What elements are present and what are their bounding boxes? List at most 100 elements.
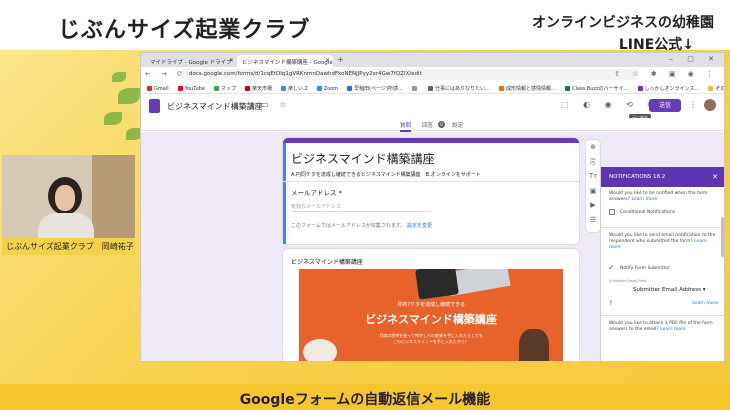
- banner-title: ビジネスマインド構築講座: [365, 313, 497, 326]
- add-video-icon[interactable]: ▶: [586, 198, 600, 213]
- bookmark-favicon-icon: [147, 86, 152, 91]
- bookmark-favicon-icon: [280, 86, 286, 91]
- forms-toolbar-icons[interactable]: ⬚ ◐ ◉ ⟲ ⟳: [561, 100, 660, 109]
- learn-more-link[interactable]: Learn more: [692, 301, 718, 306]
- close-tab-icon[interactable]: ×: [325, 57, 330, 64]
- send-button[interactable]: 送信: [649, 99, 681, 112]
- section-card[interactable]: ビジネスマインド構築講座 月商7ケタを達成し継続できる ビジネスマインド構築講座…: [283, 249, 579, 361]
- leaf-decoration: [118, 88, 140, 104]
- bookmark-label: 楽天市場: [251, 86, 272, 92]
- bookmark-item[interactable]: 仕事にはありなりたい…: [427, 85, 490, 92]
- bookmark-label: しっかしオンラインス…: [644, 86, 700, 92]
- bookmark-favicon-icon: [177, 86, 183, 91]
- add-title-icon[interactable]: Tт: [586, 169, 600, 184]
- bookmark-label: 早稲田(ページ)所感…: [354, 86, 403, 92]
- bookmark-favicon-icon: [708, 86, 714, 91]
- bookmark-favicon-icon: [499, 86, 504, 91]
- bookmark-item[interactable]: しっかしオンラインス…: [637, 85, 700, 92]
- bookmark-item[interactable]: マップ: [213, 85, 236, 92]
- new-tab-button[interactable]: +: [337, 55, 344, 64]
- bookmark-label: その他のブックマーク: [715, 86, 724, 92]
- add-question-icon[interactable]: ⊕: [586, 140, 600, 155]
- bookmark-item[interactable]: Zoom: [316, 86, 339, 92]
- add-image-icon[interactable]: ▣: [586, 184, 600, 199]
- checkmark-icon[interactable]: ✓: [608, 263, 615, 272]
- video-caption: Googleフォームの自動返信メール機能: [239, 392, 491, 408]
- scrollbar[interactable]: [721, 217, 724, 257]
- submitter-email-select[interactable]: Submitter Email Address ▾: [633, 287, 705, 293]
- form-title[interactable]: ビジネスマインド構築講座: [291, 150, 435, 167]
- banner-subtitle: 月商7ケタを達成し継続できる: [396, 302, 466, 308]
- bookmark-label: YouTube: [184, 86, 205, 92]
- learn-more-link[interactable]: Learn more: [631, 197, 657, 202]
- tab-label: マイドライブ - Google ドライブ: [150, 60, 232, 66]
- conditional-notifications-checkbox[interactable]: [609, 209, 615, 215]
- form-canvas: ビジネスマインド構築講座 A.円同ケタを達成し継続できるビジネスマインド構築講座…: [141, 132, 724, 361]
- bookmark-favicon-icon: [213, 86, 219, 91]
- more-icon[interactable]: ⋮: [689, 100, 697, 109]
- bookmark-item[interactable]: YouTube: [177, 86, 205, 92]
- tab-label: ビジネスマインド構築講座 - Google: [242, 60, 333, 66]
- bookmarks-bar: Gmail YouTube マップ 楽天市場 楽しい.2 Zoom 早稲田(ページ)所感… 仕…: [141, 82, 724, 94]
- email-collection-note: このフォームではメールアドレスが収集されます。 設定を変更: [291, 222, 432, 229]
- add-section-icon[interactable]: ☰: [586, 213, 600, 228]
- browser-window: マイドライブ - Google ドライブ × ビジネスマインド構築講座 - Go…: [140, 52, 725, 362]
- card-focus-strip: [283, 143, 286, 244]
- bookmark-item[interactable]: 早稲田(ページ)所感…: [347, 85, 403, 92]
- leaf-decoration: [112, 72, 126, 82]
- tab-responses[interactable]: 回答: [422, 121, 433, 129]
- pdf-attach-question: Would you like to attach a PDF file of t…: [609, 321, 717, 333]
- bookmark-favicon-icon: [347, 86, 353, 91]
- bookmark-item[interactable]: 楽天市場: [244, 85, 272, 92]
- tab-strip: マイドライブ - Google ドライブ × ビジネスマインド構築講座 - Go…: [141, 53, 724, 67]
- notifications-header: NOTIFICATIONS 18.2: [601, 167, 724, 187]
- notify-question-text: Would you like to be notified when the f…: [609, 191, 708, 202]
- respondent-email-question: Would you like to send email notificatio…: [609, 233, 717, 251]
- learn-more-link[interactable]: Learn more: [660, 327, 686, 332]
- folder-star-icons[interactable]: ▭ ☆: [261, 100, 290, 109]
- forms-document-title[interactable]: ビジネスマインド構築講座: [167, 101, 263, 112]
- form-header-card[interactable]: ビジネスマインド構築講座 A.円同ケタを達成し継続できるビジネスマインド構築講座…: [283, 138, 579, 244]
- bookmark-item[interactable]: Class Buzzのバーサイ…: [565, 85, 629, 92]
- submitter-field-label: Submitter Email Field: [609, 279, 647, 283]
- change-settings-link[interactable]: 設定を変更: [407, 223, 432, 229]
- bookmark-label: 仕事にはありなりたい…: [434, 86, 490, 92]
- bookmark-item[interactable]: Gmail: [147, 86, 169, 92]
- bookmark-item[interactable]: 成形情報と感情情報…: [499, 85, 556, 92]
- extension-icons[interactable]: ⇪ ☆ ✱ ▣ ◉ ⋮: [614, 70, 718, 78]
- bookmark-item[interactable]: その他のブックマーク: [708, 85, 724, 92]
- avatar[interactable]: [704, 99, 716, 111]
- promo-line-2: LINE公式↓: [618, 37, 694, 53]
- tab-google-form[interactable]: ビジネスマインド構築講座 - Google ×: [237, 55, 333, 67]
- email-note-text: このフォームではメールアドレスが収集されます。: [291, 223, 406, 229]
- window-controls[interactable]: ‒ ▢ ✕: [669, 55, 720, 63]
- bookmark-item[interactable]: 楽しい.2: [280, 85, 308, 92]
- section-title[interactable]: ビジネスマインド構築講座: [291, 257, 363, 266]
- question-toolbar: ⊕ ⎘ Tт ▣ ▶ ☰: [586, 140, 600, 232]
- help-icon[interactable]: ?: [609, 300, 612, 307]
- promo-line-1: オンラインビジネスの幼稚園: [532, 15, 714, 31]
- bookmark-item[interactable]: [411, 86, 419, 92]
- bookmark-label: Class Buzzのバーサイ…: [572, 86, 629, 92]
- bookmark-label: 成形情報と感情情報…: [506, 86, 557, 92]
- responses-count-badge: 0: [438, 121, 445, 128]
- notify-question: Would you like to be notified when the f…: [609, 191, 717, 203]
- close-icon[interactable]: ✕: [712, 173, 718, 181]
- channel-title: じぶんサイズ起業クラブ: [58, 18, 311, 43]
- email-field-label: メールアドレス *: [291, 189, 342, 197]
- bookmark-label: Zoom: [323, 86, 339, 92]
- notifications-panel: NOTIFICATIONS 18.2 ✕ Would you like to b…: [600, 167, 724, 361]
- email-field[interactable]: 有効なメールアドレス: [291, 203, 341, 210]
- import-questions-icon[interactable]: ⎘: [586, 155, 600, 170]
- forms-logo-icon[interactable]: [149, 99, 160, 113]
- close-tab-icon[interactable]: ×: [229, 57, 234, 64]
- tab-google-drive[interactable]: マイドライブ - Google ドライブ ×: [145, 55, 237, 67]
- divider: [283, 181, 579, 182]
- tab-settings[interactable]: 設定: [452, 121, 463, 129]
- bookmark-label: マップ: [220, 86, 236, 92]
- bookmark-favicon-icon: [427, 86, 433, 91]
- bookmark-favicon-icon: [244, 86, 250, 91]
- tab-questions[interactable]: 質問: [400, 121, 412, 132]
- form-description[interactable]: A.円同ケタを達成し継続できるビジネスマインド構築講座 B.オンラインをサポート: [291, 171, 481, 178]
- address-bar[interactable]: docs.google.com/forms/d/1cqEtDIq1gVRKnmn…: [181, 69, 639, 80]
